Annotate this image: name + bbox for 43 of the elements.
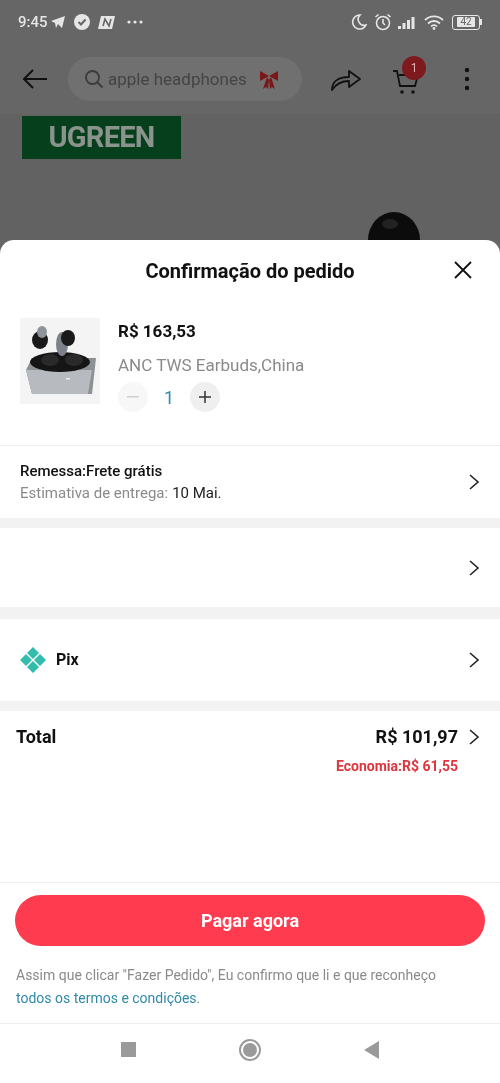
search-icon [84,69,104,89]
status-time: 9:45 [18,11,48,33]
total-amount: R$ 101,97 [375,725,458,749]
chevron-right-icon [468,473,480,491]
check-circle-icon [73,14,90,30]
ribbon-bow-icon [258,68,280,90]
more-options-icon[interactable] [464,67,470,91]
chevron-right-icon [468,558,480,577]
home-icon[interactable] [239,1038,261,1061]
shipping-row[interactable]: Remessa:Frete grátis Estimativa de entrega: 10 Mai. [0,446,500,518]
minus-icon [127,396,139,398]
terms-link[interactable]: todos os termos e condições [16,990,197,1006]
cart-count-badge: 1 [402,56,426,80]
pay-now-button[interactable]: Pagar agora [15,895,485,946]
alarm-icon [374,13,392,31]
more-notifications-icon [126,20,143,24]
signal-icon [398,15,418,29]
paper-plane-icon [49,15,66,29]
plus-icon [199,391,211,403]
battery-level: 42 [457,17,475,27]
back-arrow-icon[interactable] [22,68,48,90]
shipping-method: Remessa:Frete grátis [20,460,164,482]
delivery-estimate-date: 10 Mai. [172,483,222,504]
product-name: ANC TWS Earbuds,China [118,353,305,377]
payment-method: Pix [56,649,80,671]
wifi-icon [424,14,444,30]
close-icon[interactable] [454,261,472,279]
delivery-estimate-label: Estimativa de entrega: [20,483,169,504]
payment-row[interactable]: Pix [0,619,500,701]
chevron-right-icon [468,727,480,746]
terms-notice: Assim que clicar "Fazer Pedido", Eu confirmo que li e que reconheço todos os termos e condições. [0,946,500,1024]
app-notification-icon [97,15,115,29]
back-icon[interactable] [364,1040,379,1059]
increase-button[interactable] [190,382,220,412]
chevron-right-icon [468,651,480,669]
savings-amount: Economia:R$ 61,55 [336,757,458,776]
quantity-value: 1 [164,385,174,410]
sheet-title: Confirmação do pedido [145,258,355,285]
diamond-logo-icon [20,647,46,673]
brand-logo: UGREEN [22,116,181,159]
product-price: R$ 163,53 [118,320,197,343]
total-label: Total [16,725,57,749]
moon-icon [351,14,367,30]
